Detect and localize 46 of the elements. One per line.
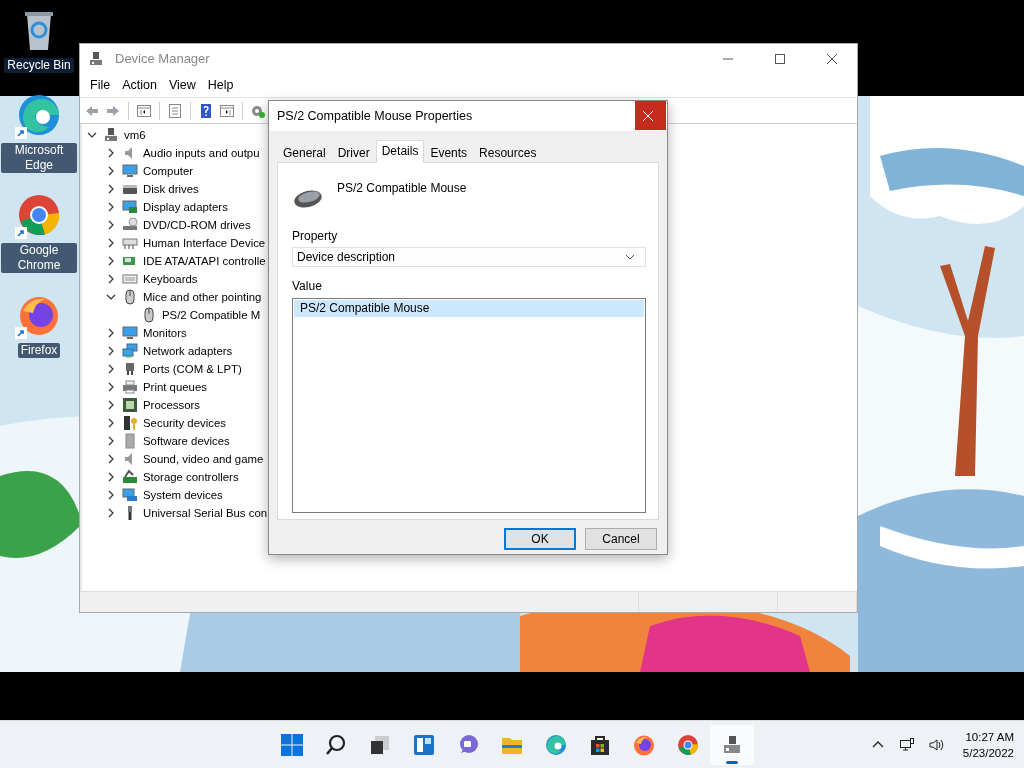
desktop-icon-label[interactable]: Google Chrome bbox=[1, 243, 77, 273]
tree-item[interactable]: Audio inputs and outpu bbox=[143, 145, 260, 161]
tree-item[interactable]: Disk drives bbox=[143, 181, 199, 197]
desktop-icon-label[interactable]: Microsoft Edge bbox=[1, 143, 77, 173]
dialog-title: PS/2 Compatible Mouse Properties bbox=[277, 109, 473, 123]
clock-time[interactable]: 10:27 AM bbox=[965, 729, 1014, 745]
field-label: Property bbox=[292, 229, 339, 243]
field-label: Value bbox=[292, 279, 323, 293]
tree-item[interactable]: Computer bbox=[143, 163, 193, 179]
tree-item[interactable]: Software devices bbox=[143, 433, 230, 449]
tree-item[interactable]: Security devices bbox=[143, 415, 226, 431]
tab[interactable]: Resources bbox=[473, 142, 543, 162]
ok-button[interactable]: OK bbox=[504, 528, 576, 550]
tab[interactable]: Driver bbox=[331, 142, 376, 162]
tree-item[interactable]: Processors bbox=[143, 397, 200, 413]
desktop-icon-label[interactable]: Recycle Bin bbox=[4, 58, 74, 73]
tree-item[interactable]: Keyboards bbox=[143, 271, 198, 287]
tree-item[interactable]: vm6 bbox=[124, 127, 146, 143]
clock-date[interactable]: 5/23/2022 bbox=[962, 745, 1014, 761]
tab[interactable]: Details bbox=[375, 140, 425, 163]
tree-item[interactable]: Human Interface Device bbox=[143, 235, 266, 251]
tree-item[interactable]: Print queues bbox=[143, 379, 207, 395]
tree-item[interactable]: Network adapters bbox=[143, 343, 233, 359]
tab[interactable]: Events bbox=[424, 142, 474, 162]
device-name: PS/2 Compatible Mouse bbox=[337, 181, 467, 195]
menu-item[interactable]: Action bbox=[116, 78, 163, 92]
tree-item[interactable]: Monitors bbox=[143, 325, 187, 341]
desktop-icon-label[interactable]: Firefox bbox=[17, 343, 61, 358]
tab[interactable]: General bbox=[277, 142, 332, 162]
tree-item[interactable]: Universal Serial Bus con bbox=[143, 505, 268, 521]
menu-item[interactable]: Help bbox=[201, 78, 240, 92]
window-title: Device Manager bbox=[115, 51, 210, 66]
tree-item[interactable]: DVD/CD-ROM drives bbox=[143, 217, 251, 233]
tree-item[interactable]: Sound, video and game bbox=[143, 451, 264, 467]
tree-item[interactable]: Display adapters bbox=[143, 199, 228, 215]
cancel-button[interactable]: Cancel bbox=[585, 528, 657, 550]
tree-item[interactable]: IDE ATA/ATAPI controlle bbox=[143, 253, 266, 269]
property-dropdown[interactable]: Device description bbox=[292, 247, 646, 267]
tree-item[interactable]: Storage controllers bbox=[143, 469, 239, 485]
tree-item[interactable]: Ports (COM & LPT) bbox=[143, 361, 242, 377]
tree-item[interactable]: Mice and other pointing bbox=[143, 289, 262, 305]
list-item[interactable]: PS/2 Compatible Mouse bbox=[294, 300, 644, 317]
menu-item[interactable]: View bbox=[162, 78, 202, 92]
tree-item[interactable]: PS/2 Compatible M bbox=[162, 307, 261, 323]
menu-item[interactable]: File bbox=[84, 78, 117, 92]
tree-item[interactable]: System devices bbox=[143, 487, 223, 503]
